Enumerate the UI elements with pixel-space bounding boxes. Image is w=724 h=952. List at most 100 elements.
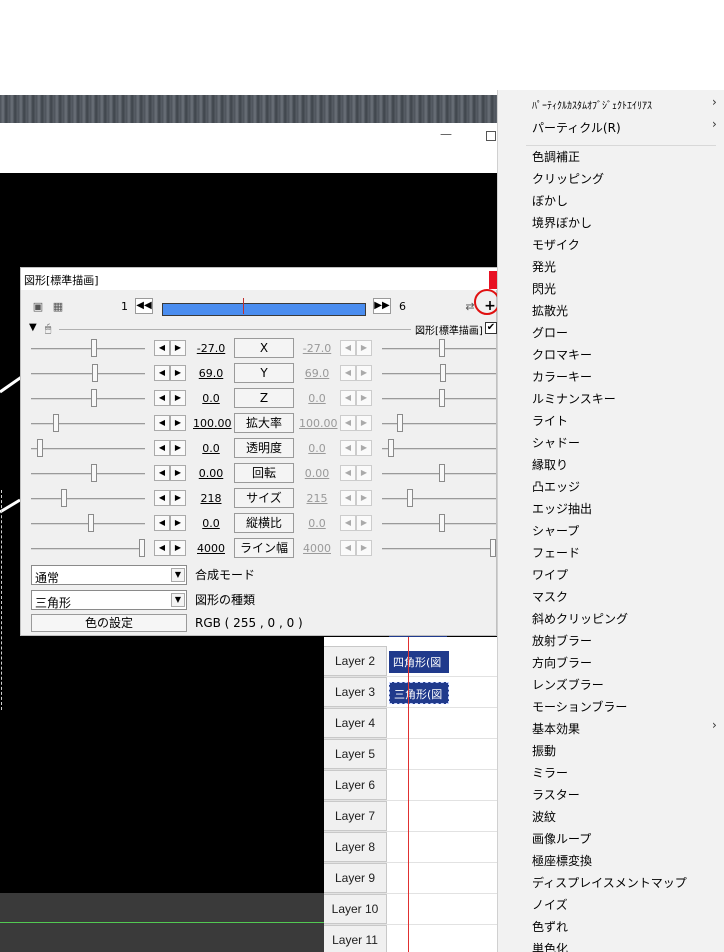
timeline-clip[interactable]: 三角形(図 [389, 682, 449, 704]
menu-item[interactable]: 縁取り [532, 456, 568, 473]
end-slider-thumb[interactable] [490, 539, 496, 557]
menu-item[interactable]: フェード [532, 544, 580, 561]
menu-item[interactable]: 閃光 [532, 280, 556, 297]
param-name-button[interactable]: Z [234, 388, 294, 408]
menu-item[interactable]: 斜めクリッピング [532, 610, 628, 627]
menu-item[interactable]: 放射ブラー [532, 632, 592, 649]
menu-item[interactable]: パーティクル(R) [532, 119, 621, 136]
right-arrow-icon[interactable]: ▶ [356, 490, 372, 506]
menu-item[interactable]: グロー [532, 324, 568, 341]
left-arrow-icon[interactable]: ◀ [154, 365, 170, 381]
color-settings-button[interactable]: 色の設定 [31, 614, 187, 632]
menu-item[interactable]: モザイク [532, 236, 580, 253]
param-name-button[interactable]: 拡大率 [234, 413, 294, 433]
end-value[interactable]: 100.00 [299, 417, 338, 430]
start-stepper[interactable]: ◀ ▶ [154, 540, 186, 556]
menu-item[interactable]: カラーキー [532, 368, 592, 385]
end-slider-track[interactable] [382, 498, 496, 500]
end-slider-thumb[interactable] [407, 489, 413, 507]
start-stepper[interactable]: ◀ ▶ [154, 365, 186, 381]
start-slider-track[interactable] [31, 548, 145, 550]
left-arrow-icon[interactable]: ◀ [340, 490, 356, 506]
start-value[interactable]: 0.0 [193, 517, 229, 530]
menu-item[interactable]: ミラー [532, 764, 568, 781]
end-stepper[interactable]: ◀ ▶ [340, 365, 372, 381]
left-arrow-icon[interactable]: ◀ [154, 415, 170, 431]
menu-item[interactable]: シャドー [532, 434, 580, 451]
end-value[interactable]: 4000 [299, 542, 335, 555]
param-name-button[interactable]: Y [234, 363, 294, 383]
right-arrow-icon[interactable]: ▶ [170, 365, 186, 381]
skip-end-button[interactable]: ▶▶ [373, 298, 391, 314]
end-stepper[interactable]: ◀ ▶ [340, 390, 372, 406]
layer-label[interactable]: Layer 4 [324, 708, 387, 738]
end-slider-thumb[interactable] [439, 339, 445, 357]
start-slider-track[interactable] [31, 423, 145, 425]
shape-type-select[interactable]: 三角形 ▼ [31, 590, 187, 610]
end-slider-thumb[interactable] [388, 439, 394, 457]
layer-label[interactable]: Layer 3 [324, 677, 387, 707]
collapse-arrow-icon[interactable]: ▼ [29, 322, 37, 333]
start-slider-thumb[interactable] [92, 364, 98, 382]
end-value[interactable]: 0.0 [299, 392, 335, 405]
menu-item[interactable]: 極座標変換 [532, 852, 592, 869]
menu-item[interactable]: ぼかし [532, 192, 568, 209]
start-value[interactable]: 0.0 [193, 392, 229, 405]
start-value[interactable]: 218 [193, 492, 229, 505]
minimize-button[interactable]: — [440, 127, 452, 143]
end-stepper[interactable]: ◀ ▶ [340, 415, 372, 431]
chevron-down-icon[interactable]: ▼ [171, 593, 185, 607]
right-arrow-icon[interactable]: ▶ [356, 340, 372, 356]
layer-label[interactable]: Layer 11 [324, 925, 387, 952]
section-enable-checkbox[interactable]: ✔ [485, 322, 497, 334]
right-arrow-icon[interactable]: ▶ [170, 540, 186, 556]
menu-item[interactable]: ワイプ [532, 566, 568, 583]
menu-item[interactable]: クリッピング [532, 170, 604, 187]
start-value[interactable]: 0.00 [193, 467, 229, 480]
start-slider-track[interactable] [31, 498, 145, 500]
left-arrow-icon[interactable]: ◀ [340, 540, 356, 556]
start-slider-thumb[interactable] [139, 539, 145, 557]
start-slider-thumb[interactable] [91, 339, 97, 357]
menu-item[interactable]: ルミナンスキー [532, 390, 616, 407]
end-slider-thumb[interactable] [439, 389, 445, 407]
menu-item[interactable]: ラスター [532, 786, 580, 803]
end-stepper[interactable]: ◀ ▶ [340, 440, 372, 456]
layer-label[interactable]: Layer 7 [324, 801, 387, 831]
start-stepper[interactable]: ◀ ▶ [154, 340, 186, 356]
left-arrow-icon[interactable]: ◀ [154, 540, 170, 556]
menu-item[interactable]: レンズブラー [532, 676, 604, 693]
start-slider-track[interactable] [31, 348, 145, 350]
menu-item[interactable]: 振動 [532, 742, 556, 759]
right-arrow-icon[interactable]: ▶ [170, 415, 186, 431]
layer-label[interactable]: Layer 2 [324, 646, 387, 676]
menu-item[interactable]: 色ずれ [532, 918, 568, 935]
end-stepper[interactable]: ◀ ▶ [340, 490, 372, 506]
left-arrow-icon[interactable]: ◀ [154, 465, 170, 481]
end-slider-thumb[interactable] [440, 364, 446, 382]
param-name-button[interactable]: ライン幅 [234, 538, 294, 558]
right-arrow-icon[interactable]: ▶ [170, 515, 186, 531]
timeline-playhead[interactable] [408, 637, 409, 952]
left-arrow-icon[interactable]: ◀ [340, 340, 356, 356]
menu-item[interactable]: マスク [532, 588, 568, 605]
layer-label[interactable]: Layer 10 [324, 894, 387, 924]
end-value[interactable]: 0.00 [299, 467, 335, 480]
menu-item[interactable]: 凸エッジ [532, 478, 580, 495]
end-slider-track[interactable] [382, 548, 496, 550]
left-arrow-icon[interactable]: ◀ [154, 440, 170, 456]
start-stepper[interactable]: ◀ ▶ [154, 490, 186, 506]
layer-label[interactable]: Layer 9 [324, 863, 387, 893]
right-arrow-icon[interactable]: ▶ [356, 540, 372, 556]
start-slider-thumb[interactable] [91, 389, 97, 407]
right-arrow-icon[interactable]: ▶ [356, 440, 372, 456]
start-stepper[interactable]: ◀ ▶ [154, 390, 186, 406]
end-value[interactable]: 215 [299, 492, 335, 505]
menu-item[interactable]: 波紋 [532, 808, 556, 825]
left-arrow-icon[interactable]: ◀ [340, 415, 356, 431]
menu-item[interactable]: ライト [532, 412, 568, 429]
left-arrow-icon[interactable]: ◀ [340, 365, 356, 381]
camera-control-icon[interactable]: ▣ [31, 300, 45, 314]
start-slider-track[interactable] [31, 448, 145, 450]
start-value[interactable]: 69.0 [193, 367, 229, 380]
